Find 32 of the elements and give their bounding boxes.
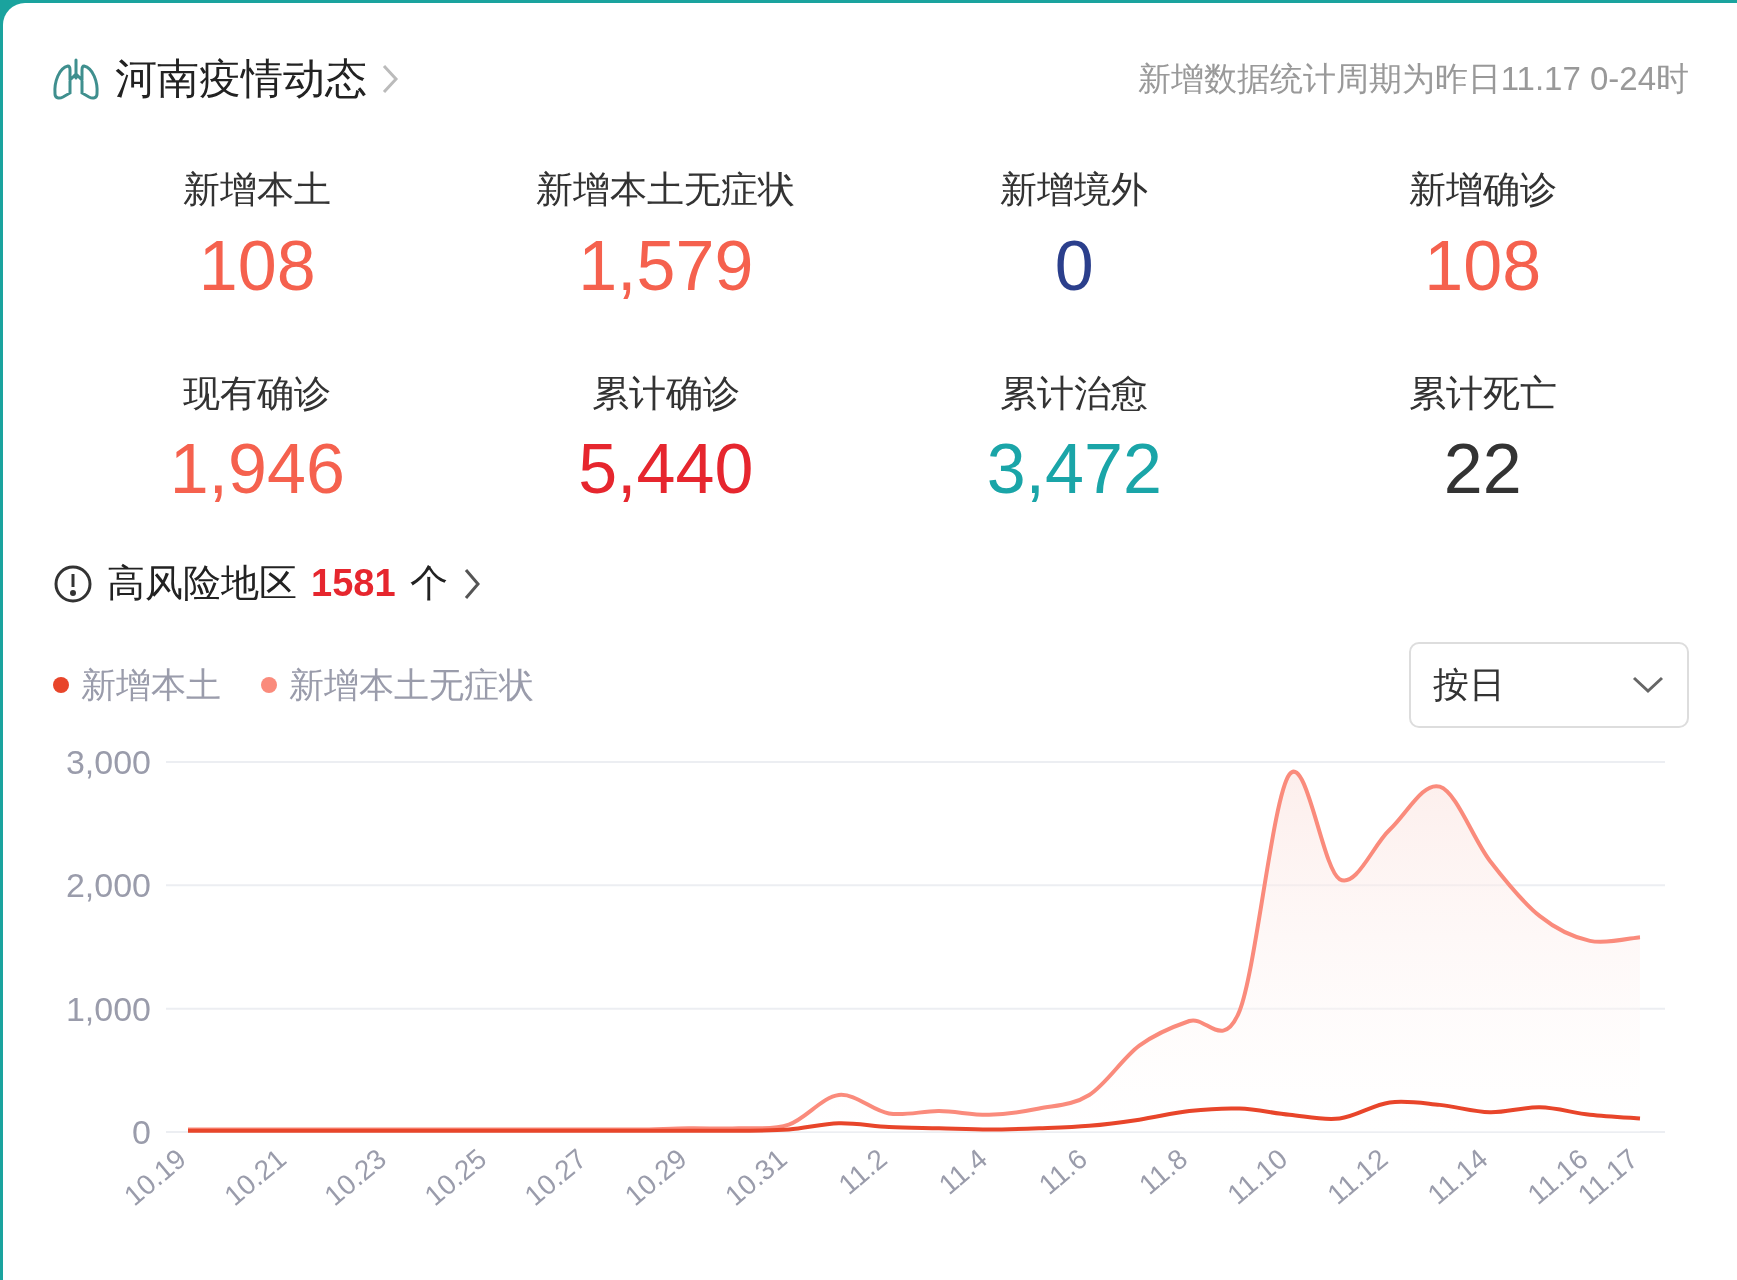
stat-value: 5,440 xyxy=(578,429,754,510)
stat-label: 新增境外 xyxy=(1000,168,1149,212)
chevron-down-icon xyxy=(1631,675,1665,695)
stat-label: 新增本土无症状 xyxy=(536,168,796,212)
stat-value: 1,946 xyxy=(169,429,345,510)
risk-area-label[interactable]: 高风险地区 xyxy=(107,555,297,612)
stat-value: 1,579 xyxy=(578,225,754,307)
stat-label: 累计死亡 xyxy=(1408,371,1557,416)
stat-label: 新增确诊 xyxy=(1408,168,1557,212)
y-axis-label: 0 xyxy=(132,1113,151,1151)
stat-value: 108 xyxy=(198,225,316,307)
y-axis-label: 3,000 xyxy=(65,743,151,781)
risk-area-count[interactable]: 1581 xyxy=(311,555,396,612)
y-axis-label: 2,000 xyxy=(65,866,151,905)
stat-label: 现有确诊 xyxy=(183,371,332,416)
stat-value: 108 xyxy=(1424,225,1542,307)
x-axis-label: 11.2 xyxy=(832,1142,893,1201)
risk-area-unit[interactable]: 个 xyxy=(409,555,448,612)
stat-label: 累计确诊 xyxy=(591,371,740,416)
stat-value: 0 xyxy=(1054,225,1094,307)
update-note: 新增数据统计周期为昨日11.17 0-24时 xyxy=(1137,58,1689,99)
x-axis-label: 11.6 xyxy=(1033,1142,1094,1201)
period-dropdown[interactable]: 按日 xyxy=(1409,642,1689,728)
stat-value: 3,472 xyxy=(986,429,1162,510)
stat-value: 22 xyxy=(1443,429,1522,510)
section-title[interactable]: 河南疫情动态 xyxy=(115,47,367,110)
x-axis-label: 11.4 xyxy=(932,1142,993,1201)
x-axis-label: 11.8 xyxy=(1133,1142,1194,1201)
stat-label: 新增本土 xyxy=(183,168,332,212)
alert-icon xyxy=(53,563,93,604)
y-axis-label: 1,000 xyxy=(65,989,151,1028)
stat-label: 累计治愈 xyxy=(1000,371,1149,416)
